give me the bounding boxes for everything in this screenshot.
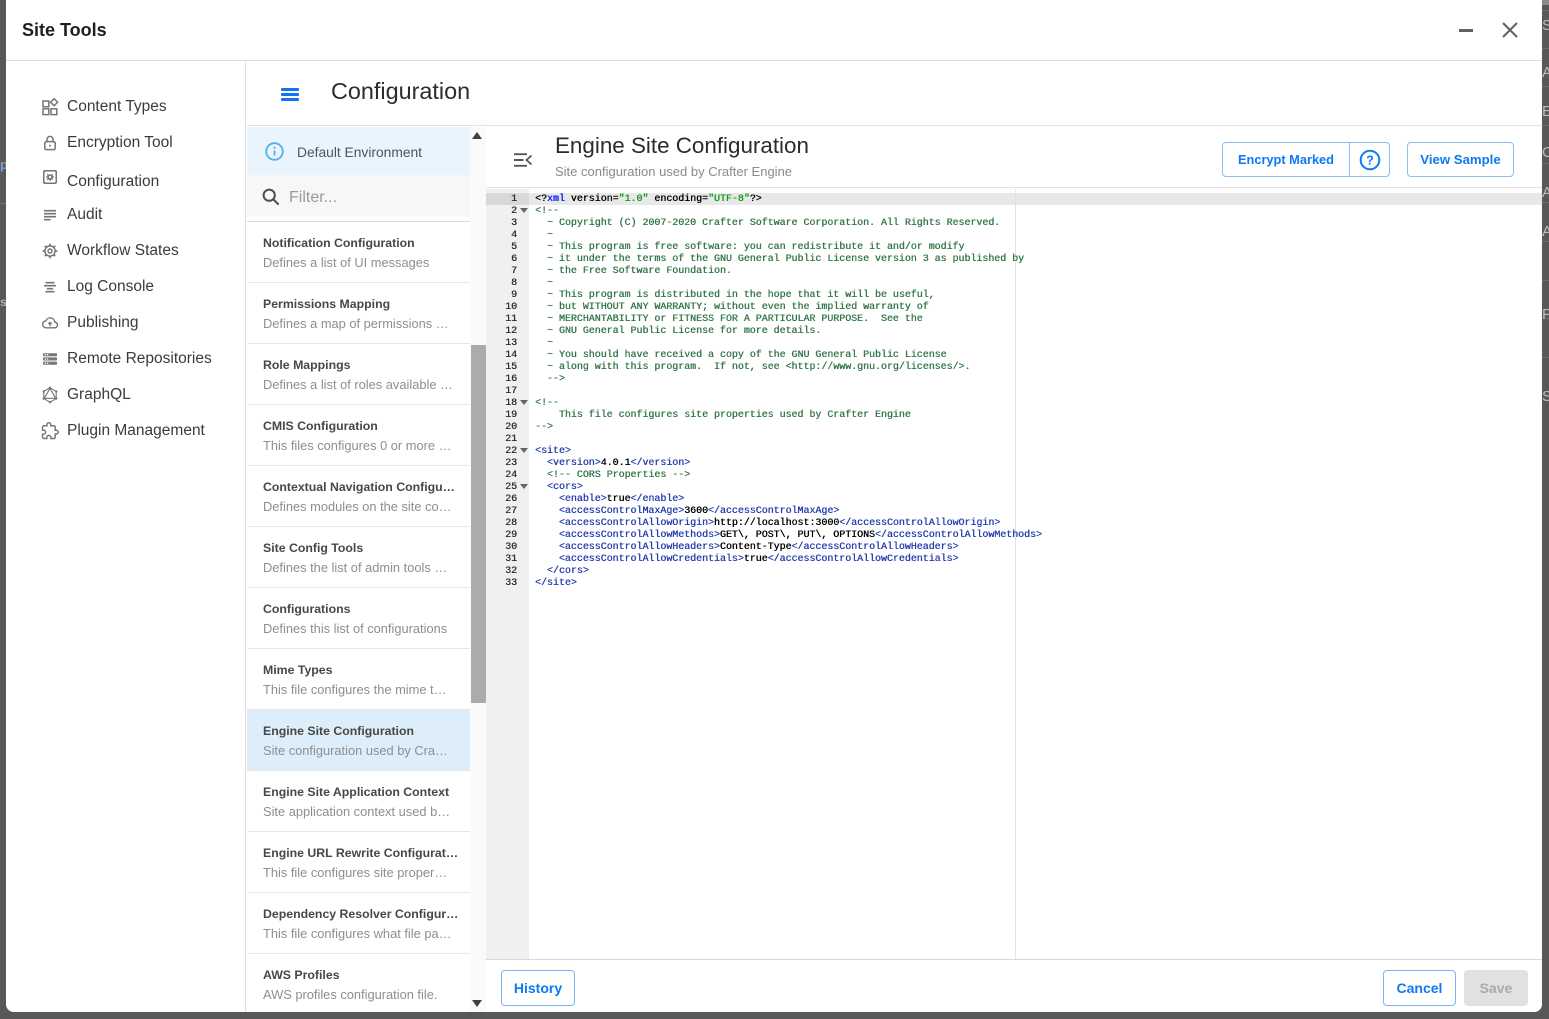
svg-text:?: ? [1366, 153, 1374, 167]
